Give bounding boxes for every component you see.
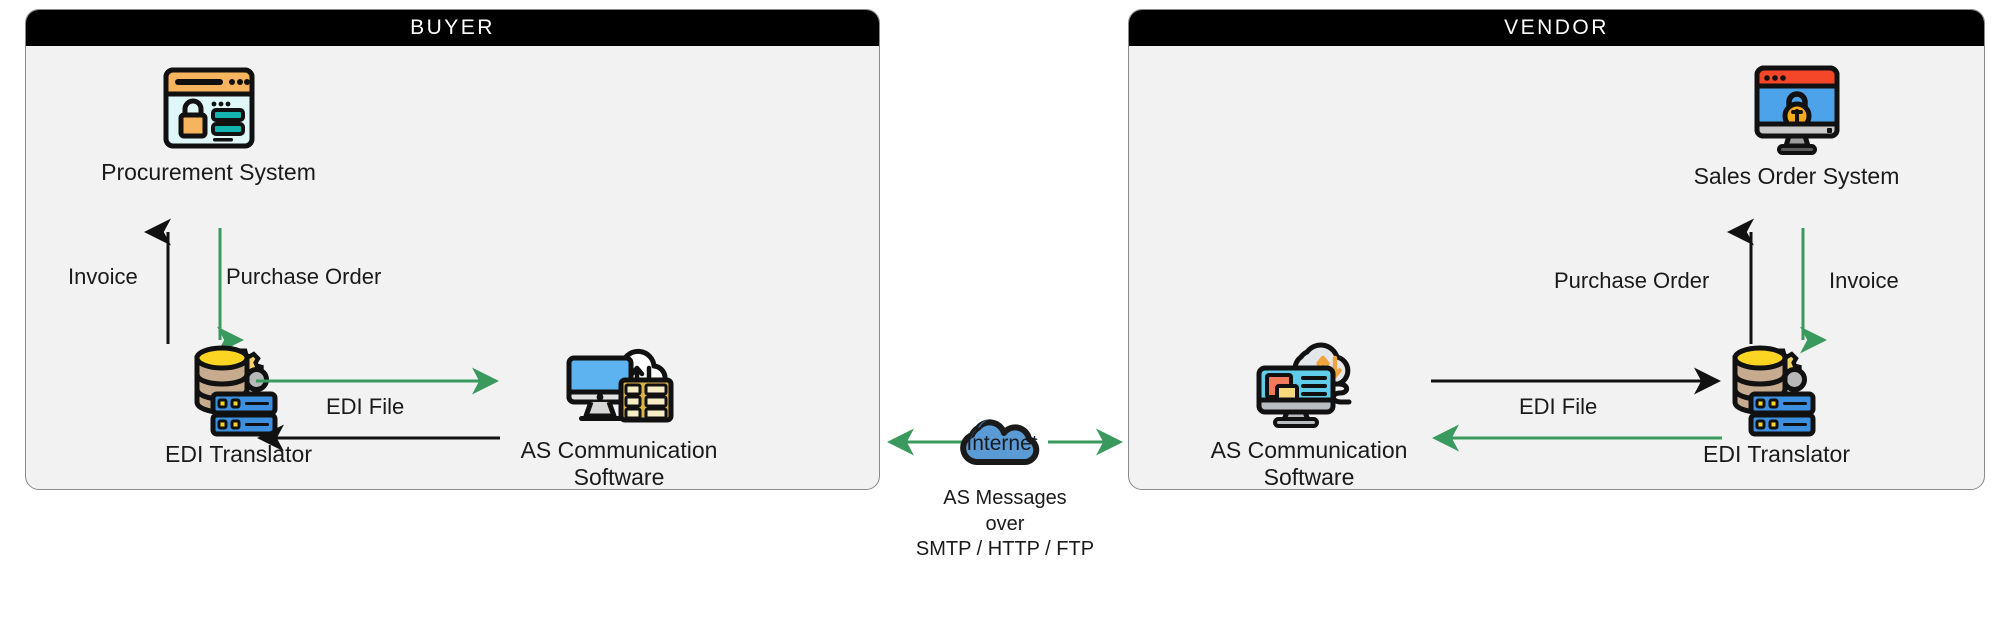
node-procurement-system-label: Procurement System <box>101 159 316 185</box>
internet-transport-group: Internet AS Messages over SMTP / HTTP / … <box>886 404 1124 563</box>
buyer-panel: BUYER Procurement System Invoice Purchas… <box>25 9 880 490</box>
as-communication-software-icon <box>1253 334 1365 430</box>
procurement-system-icon <box>160 64 258 152</box>
vendor-panel-body: Sales Order System Purchase Order Invoic… <box>1129 46 1984 489</box>
vendor-panel-header: VENDOR <box>1129 10 1984 46</box>
diagram-canvas: BUYER Procurement System Invoice Purchas… <box>0 0 2005 642</box>
node-vendor-edi-translator: EDI Translator <box>1669 342 1884 468</box>
edge-label-buyer-invoice: Invoice <box>68 264 138 289</box>
vendor-vertical-arrows <box>1727 218 1827 354</box>
internet-transport-caption: AS Messages over SMTP / HTTP / FTP <box>915 487 1095 561</box>
node-buyer-edi-translator-label: EDI Translator <box>165 441 312 467</box>
sales-order-system-icon <box>1747 64 1847 156</box>
node-buyer-as-communication-software: AS Communication Software <box>494 334 744 490</box>
as-communication-software-icon <box>563 334 675 430</box>
node-sales-order-system-label: Sales Order System <box>1693 163 1900 189</box>
node-sales-order-system: Sales Order System <box>1669 64 1924 190</box>
buyer-panel-body: Procurement System Invoice Purchase Orde… <box>26 46 879 489</box>
internet-cloud-label: Internet <box>966 432 1037 455</box>
vendor-panel: VENDOR Sales Order System Purchase Order… <box>1128 9 1985 490</box>
buyer-panel-header: BUYER <box>26 10 879 46</box>
edge-label-buyer-purchase-order: Purchase Order <box>226 264 382 289</box>
edge-label-vendor-purchase-order: Purchase Order <box>1554 268 1710 293</box>
node-vendor-edi-translator-label: EDI Translator <box>1703 441 1850 467</box>
node-vendor-as-communication-software-label: AS Communication Software <box>1210 437 1408 490</box>
node-procurement-system: Procurement System <box>86 64 331 186</box>
node-buyer-as-communication-software-label: AS Communication Software <box>520 437 718 490</box>
edge-label-buyer-edi-file: EDI File <box>326 394 405 419</box>
node-vendor-as-communication-software: AS Communication Software <box>1184 334 1434 490</box>
edi-translator-icon <box>1725 342 1829 437</box>
internet-cloud-with-arrows: Internet <box>887 418 1123 465</box>
edge-label-vendor-invoice: Invoice <box>1829 268 1899 293</box>
edge-label-vendor-edi-file: EDI File <box>1519 394 1598 419</box>
